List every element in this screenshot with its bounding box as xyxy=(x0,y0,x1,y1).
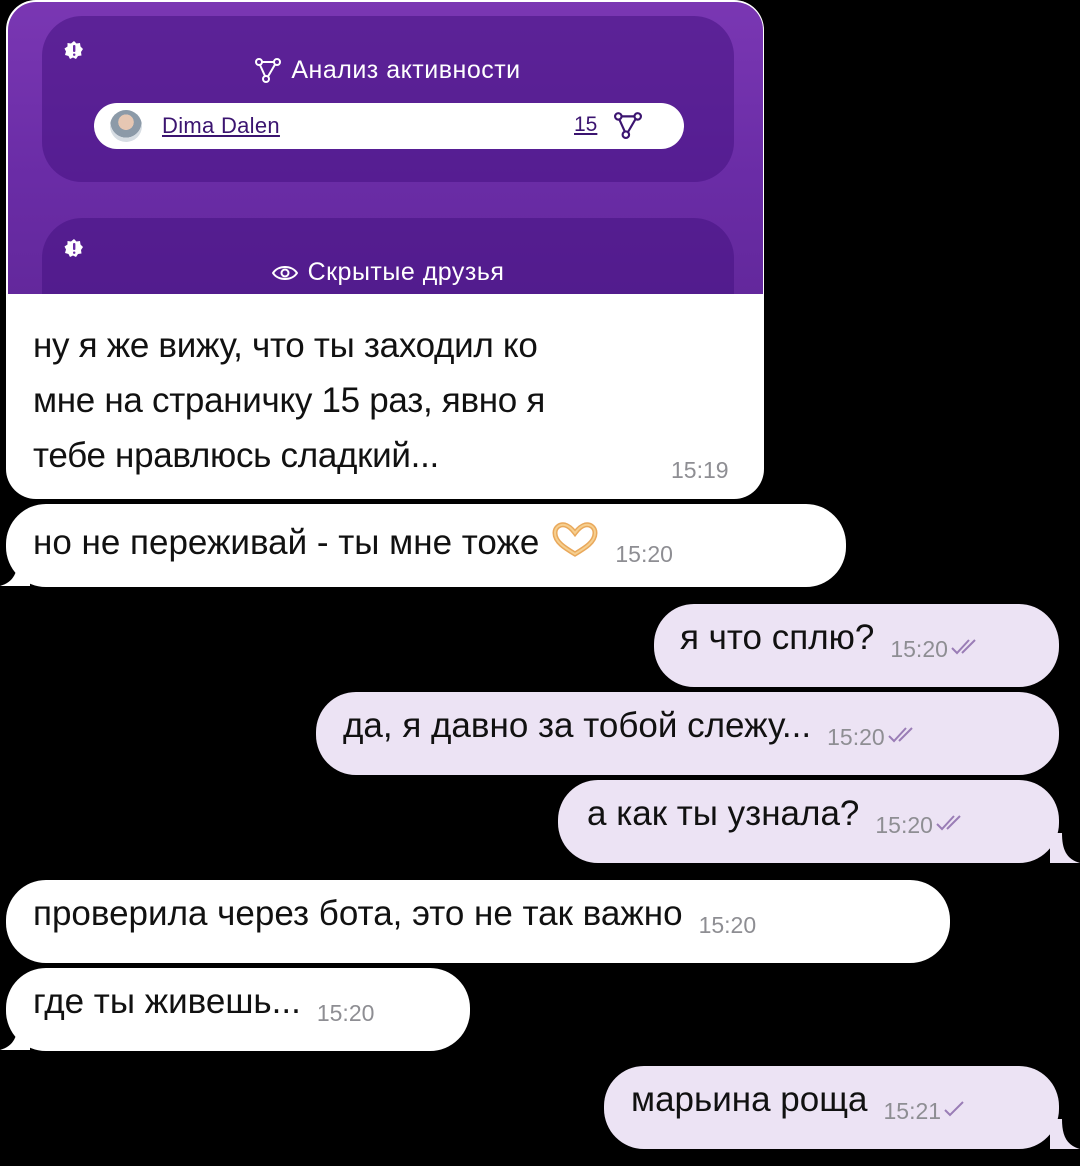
message-row: я что сплю? 15:20 xyxy=(680,618,982,662)
avatar xyxy=(110,110,142,142)
double-check-icon xyxy=(887,727,913,743)
message-row: проверила через бота, это не так важно 1… xyxy=(33,894,756,938)
activity-title: Анализ активности xyxy=(291,56,521,84)
message-text: я что сплю? xyxy=(680,618,875,657)
activity-panel: Анализ активности Dima Dalen 15 xyxy=(42,16,734,182)
hidden-friends-panel: Скрытые друзья xyxy=(42,218,734,294)
message-row: где ты живешь... 15:20 xyxy=(33,982,374,1026)
message-text: а как ты узнала? xyxy=(587,794,860,833)
message-text: проверила через бота, это не так важно xyxy=(33,894,683,933)
card-text-line: мне на страничку 15 раз, явно я xyxy=(33,381,546,420)
heart-hands-emoji xyxy=(552,522,598,557)
card-text-line: тебе нравлюсь сладкий... xyxy=(33,436,439,475)
message-text: марьина роща xyxy=(631,1080,868,1119)
check-icon xyxy=(944,1101,964,1117)
message-text: но не переживай - ты мне тоже xyxy=(33,523,540,562)
message-row: а как ты узнала? 15:20 xyxy=(587,794,967,838)
user-name-link[interactable]: Dima Dalen xyxy=(162,113,280,139)
message-time: 15:20 xyxy=(875,812,933,838)
card-text-line: ну я же вижу, что ты заходил ко xyxy=(33,326,538,365)
activity-card-image[interactable]: Анализ активности Dima Dalen 15 Скрытые … xyxy=(8,2,763,294)
message-row: но не переживай - ты мне тоже 15:20 xyxy=(33,518,673,567)
visit-count: 15 xyxy=(574,113,598,136)
message-time: 15:20 xyxy=(316,1000,375,1026)
hidden-friends-title: Скрытые друзья xyxy=(307,258,505,286)
message-row: да, я давно за тобой слежу... 15:20 xyxy=(343,706,919,750)
message-text: где ты живешь... xyxy=(33,982,301,1021)
message-time: 15:20 xyxy=(615,541,673,567)
activity-title-row: Анализ активности xyxy=(42,56,734,85)
graph-icon xyxy=(255,58,282,83)
alert-badge-icon xyxy=(64,239,83,257)
message-text: да, я давно за тобой слежу... xyxy=(343,706,812,745)
graph-icon xyxy=(614,112,642,139)
card-caption: ну я же вижу, что ты заходил ко мне на с… xyxy=(33,318,733,483)
message-time: 15:21 xyxy=(883,1098,942,1124)
message-time: 15:20 xyxy=(890,636,948,662)
hidden-friends-row: Скрытые друзья xyxy=(42,258,734,287)
message-row: марьина роща 15:21 xyxy=(631,1080,967,1124)
double-check-icon xyxy=(951,639,976,655)
double-check-icon xyxy=(936,815,961,831)
message-time: 15:20 xyxy=(827,724,885,750)
message-time: 15:19 xyxy=(671,457,729,483)
message-time: 15:20 xyxy=(698,912,757,938)
user-pill[interactable]: Dima Dalen 15 xyxy=(94,103,684,149)
eye-icon xyxy=(271,266,298,280)
